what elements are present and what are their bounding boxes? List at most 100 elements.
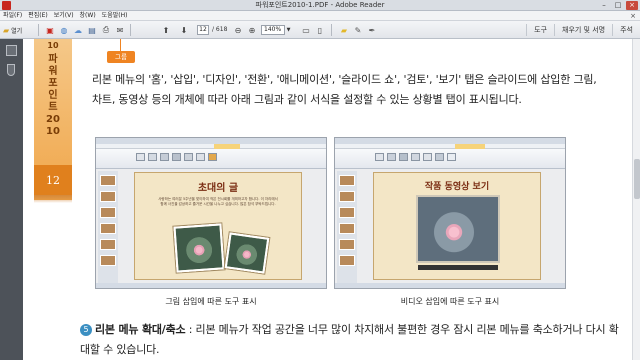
slide-thumbnails: [98, 171, 118, 286]
window-controls: – □ ×: [598, 1, 638, 10]
slide-thumbnail[interactable]: [100, 239, 116, 250]
highlight-icon[interactable]: ✎: [352, 24, 364, 36]
style-swatch: [136, 153, 145, 161]
slide-canvas: 초대의 글 사랑하는 여러분 5주년을 맞이하여 작은 전시회를 개최하고자 합…: [134, 172, 302, 280]
page-total: / 618: [212, 26, 228, 33]
style-swatch: [387, 153, 396, 161]
style-swatch: [423, 153, 432, 161]
slide-canvas: 작품 동영상 보기: [373, 172, 541, 280]
close-button[interactable]: ×: [626, 1, 638, 10]
menu-help[interactable]: 도움말(H): [102, 11, 128, 21]
slide-thumbnail[interactable]: [339, 207, 355, 218]
menu-bar: 파일(F) 편집(E) 보기(V) 창(W) 도움말(H) ×: [0, 11, 640, 21]
slide-thumbnail[interactable]: [100, 255, 116, 266]
vertical-scrollbar[interactable]: [632, 39, 640, 360]
print-icon[interactable]: ⎙: [100, 24, 112, 36]
toolbar-separator: [38, 24, 39, 36]
slide-thumbnail[interactable]: [339, 223, 355, 234]
style-swatch: [172, 153, 181, 161]
tab-comment[interactable]: 주석: [612, 24, 640, 36]
navigation-panel: [0, 39, 23, 360]
menu-view[interactable]: 보기(V): [54, 11, 74, 21]
email-icon[interactable]: ✉: [114, 24, 126, 36]
ppt-ribbon: [96, 149, 326, 169]
video-playback-bar[interactable]: [418, 265, 498, 270]
tab-shadow: [34, 195, 72, 203]
style-swatch: [208, 153, 217, 161]
prev-page-icon[interactable]: ⬆: [160, 24, 172, 36]
page-number-box: 12: [34, 165, 72, 195]
cloud-icon[interactable]: ☁: [72, 24, 84, 36]
item-number-badge: 5: [80, 324, 92, 336]
menu-file[interactable]: 파일(F): [3, 11, 22, 21]
style-swatch: [375, 153, 384, 161]
document-close-icon[interactable]: ×: [630, 12, 636, 20]
list-item-ribbon-zoom: 5 리본 메뉴 확대/축소 : 리본 메뉴가 작업 공간을 너무 많이 차지해서 …: [80, 320, 620, 360]
page-number-input[interactable]: 12: [197, 25, 209, 35]
group-badge: 그룹: [107, 51, 135, 63]
ppt-ribbon: [335, 149, 565, 169]
slide-thumbnail[interactable]: [339, 239, 355, 250]
fit-page-icon[interactable]: ▭: [300, 24, 312, 36]
tab-fill-sign[interactable]: 채우기 및 서명: [554, 24, 612, 36]
slide-thumbnail[interactable]: [339, 255, 355, 266]
slide-thumbnail[interactable]: [100, 175, 116, 186]
pages-panel-icon[interactable]: [6, 45, 17, 56]
save-icon[interactable]: ▤: [86, 24, 98, 36]
attachments-icon[interactable]: [7, 64, 15, 76]
caption-video-tools: 비디오 삽입에 따른 도구 표시: [400, 297, 500, 306]
flower-photo: [224, 232, 270, 274]
slide-thumbnail[interactable]: [100, 223, 116, 234]
toolbar-separator: [130, 24, 131, 36]
page-number: 12: [46, 174, 60, 187]
style-swatch: [160, 153, 169, 161]
ppt-status-bar: [335, 283, 565, 288]
create-pdf-icon[interactable]: ▣: [44, 24, 56, 36]
body-paragraph: 리본 메뉴의 '홈', '삽입', '디자인', '전환', '애니메이션', …: [92, 73, 597, 106]
comment-icon[interactable]: ▰: [338, 24, 350, 36]
slide-thumbnail[interactable]: [339, 191, 355, 202]
flower-photo: [173, 223, 225, 273]
maximize-button[interactable]: □: [612, 1, 624, 10]
style-swatch: [184, 153, 193, 161]
screenshot-picture-tools: 초대의 글 사랑하는 여러분 5주년을 맞이하여 작은 전시회를 개최하고자 합…: [95, 137, 327, 289]
video-frame[interactable]: [416, 195, 500, 263]
ppt-status-bar: [96, 283, 326, 288]
zoom-in-icon[interactable]: ⊕: [246, 24, 258, 36]
slide-thumbnails: [337, 171, 357, 286]
open-folder-icon: ▰: [3, 25, 10, 35]
slide-thumbnail[interactable]: [100, 191, 116, 202]
window-title: 파워포인트2010-1.PDF - Adobe Reader: [255, 1, 385, 9]
style-swatch: [196, 153, 205, 161]
menu-edit[interactable]: 편집(E): [28, 11, 48, 21]
share-icon[interactable]: ◍: [58, 24, 70, 36]
style-swatch: [411, 153, 420, 161]
chapter-title: 파워포인트2010: [46, 54, 60, 137]
tab-tools[interactable]: 도구: [526, 24, 554, 36]
page-view-icon[interactable]: ▯: [314, 24, 326, 36]
slide-body-text: 사랑하는 여러분 5주년을 맞이하여 작은 전시회를 개최하고자 합니다. 이 …: [158, 197, 278, 206]
sign-icon[interactable]: ✒: [366, 24, 378, 36]
open-button[interactable]: ▰ 열기: [3, 24, 22, 36]
menu-window[interactable]: 창(W): [80, 11, 96, 21]
style-swatch: [447, 153, 456, 161]
next-page-icon[interactable]: ⬇: [178, 24, 190, 36]
style-swatch: [399, 153, 408, 161]
slide-title: 작품 동영상 보기: [424, 182, 490, 192]
style-swatch: [148, 153, 157, 161]
toolbar: ▰ 열기 ▣ ◍ ☁ ▤ ⎙ ✉ ⬆ ⬇ 12 / 618 ⊖ ⊕ 140% ▼…: [0, 21, 640, 39]
minimize-button[interactable]: –: [598, 1, 610, 10]
style-swatch: [435, 153, 444, 161]
right-tool-tabs: 도구 채우기 및 서명 주석: [526, 21, 640, 39]
title-bar: 파워포인트2010-1.PDF - Adobe Reader – □ ×: [0, 0, 640, 11]
scroll-thumb[interactable]: [634, 159, 640, 199]
slide-thumbnail[interactable]: [100, 207, 116, 218]
zoom-out-icon[interactable]: ⊖: [232, 24, 244, 36]
item-title: 리본 메뉴 확대/축소: [95, 323, 186, 336]
screenshot-video-tools: 작품 동영상 보기: [334, 137, 566, 289]
chapter-number: 10: [47, 41, 59, 50]
slide-thumbnail[interactable]: [339, 175, 355, 186]
badge-connector: [120, 39, 121, 51]
chevron-down-icon[interactable]: ▼: [285, 25, 292, 35]
zoom-input[interactable]: 140%: [261, 25, 285, 35]
